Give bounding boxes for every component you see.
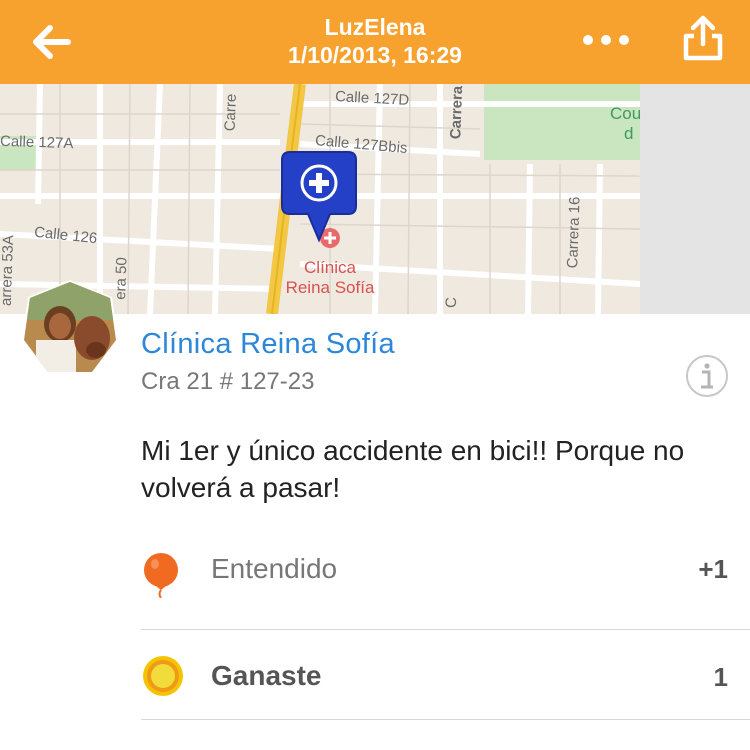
- street-label: Carrera 16: [564, 196, 584, 269]
- poi-label-clinic: Clínica Reina Sofía: [268, 258, 392, 298]
- action-label: Entendido: [211, 553, 338, 584]
- park-label-line1: Cou: [610, 104, 642, 123]
- park-label-line2: d: [624, 124, 634, 143]
- action-row-entendido[interactable]: Entendido +1: [141, 524, 750, 614]
- street-label: C: [442, 296, 461, 309]
- venue-pin-icon[interactable]: [280, 148, 358, 248]
- park-label: Cou d: [610, 104, 641, 144]
- street-label: arrera 53A: [0, 234, 18, 307]
- street-label: Carre: [221, 93, 240, 132]
- user-avatar[interactable]: [22, 280, 118, 376]
- venue-name-link[interactable]: Clínica Reina Sofía: [141, 328, 395, 361]
- share-icon[interactable]: [680, 14, 726, 64]
- action-count: 1: [713, 662, 728, 692]
- info-icon[interactable]: [685, 354, 729, 398]
- header-username: LuzElena: [324, 14, 426, 40]
- action-label: Ganaste: [211, 660, 322, 691]
- divider: [141, 719, 750, 720]
- header-bar: LuzElena 1/10/2013, 16:29: [0, 0, 750, 84]
- venue-address: Cra 21 # 127-23: [141, 368, 315, 395]
- checkin-comment: Mi 1er y único accidente en bici!! Porqu…: [141, 435, 685, 503]
- more-options-icon[interactable]: [578, 26, 634, 54]
- poi-label-line1: Clínica: [304, 258, 356, 277]
- action-count: +1: [698, 554, 728, 584]
- street-label: Calle 127A: [0, 132, 74, 153]
- street-label: Carrera: [447, 85, 467, 140]
- poi-label-line2: Reina Sofía: [285, 278, 375, 297]
- action-row-ganaste[interactable]: Ganaste 1: [141, 630, 750, 720]
- balloon-icon: [144, 553, 178, 598]
- header-datetime: 1/10/2013, 16:29: [288, 42, 462, 68]
- sun-coin-icon: [143, 656, 183, 696]
